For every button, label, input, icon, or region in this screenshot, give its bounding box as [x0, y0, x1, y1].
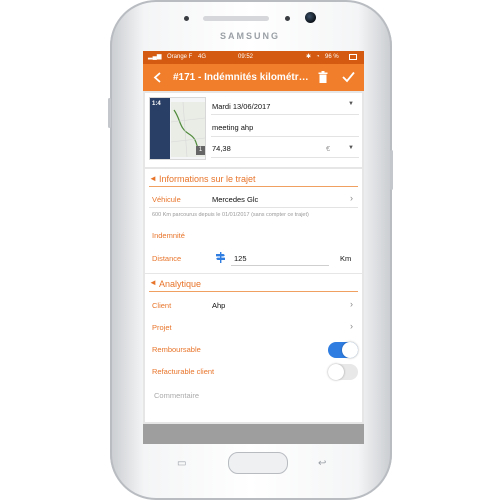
sensor-icon	[285, 16, 290, 21]
section-divider	[149, 186, 358, 187]
battery-icon	[349, 54, 357, 60]
back-key-icon[interactable]: ↩	[318, 458, 326, 469]
toggle-knob	[328, 364, 344, 380]
reimbursable-toggle[interactable]	[328, 342, 358, 358]
brand-logo: SAMSUNG	[219, 31, 280, 41]
carrier-name: Orange F	[167, 54, 193, 60]
wifi-icon: ◔	[316, 54, 320, 60]
billable-toggle[interactable]	[328, 364, 358, 380]
app-screen: ▂▄▆ Orange F 4G 09:52 ✱ ◔ 96 % #171 - In…	[143, 51, 364, 444]
vehicle-value[interactable]: Mercedes Glc	[212, 195, 258, 204]
clock: 09:52	[238, 54, 254, 60]
back-arrow-icon[interactable]	[153, 72, 163, 83]
indemnity-label: Indemnité	[152, 231, 185, 240]
recent-apps-icon[interactable]: ▭	[177, 458, 186, 469]
chevron-right-icon[interactable]: ›	[350, 299, 353, 309]
chevron-down-icon[interactable]: ▼	[348, 101, 354, 107]
distance-input[interactable]: 125	[234, 254, 247, 263]
page-title: #171 - Indémnités kilométr…	[173, 72, 309, 83]
analytics-card: ◄ Analytique Client Ahp › Projet › Rembo…	[145, 274, 362, 422]
reimbursable-label: Remboursable	[152, 345, 201, 354]
status-bar: ▂▄▆ Orange F 4G 09:52 ✱ ◔ 96 %	[143, 51, 364, 64]
divider	[149, 207, 358, 208]
analytics-section-title: Analytique	[159, 279, 202, 289]
comment-input[interactable]: Commentaire	[154, 391, 199, 400]
trash-icon[interactable]	[318, 71, 328, 83]
client-value[interactable]: Ahp	[212, 301, 225, 310]
amount-field[interactable]: 74,38	[212, 144, 231, 153]
distance-unit: Km	[340, 254, 352, 263]
sensor-icon	[184, 16, 189, 21]
client-label: Client	[152, 301, 172, 310]
divider	[211, 136, 359, 137]
billable-label: Refacturable client	[152, 367, 215, 376]
signpost-icon	[216, 252, 225, 263]
bottom-bar	[143, 424, 364, 444]
bluetooth-icon: ✱	[306, 54, 312, 60]
divider	[211, 157, 359, 158]
thumbnail-badge: 1:4	[152, 101, 161, 107]
divider	[211, 114, 359, 115]
power-button	[390, 150, 393, 190]
app-bar: #171 - Indémnités kilométr…	[143, 64, 364, 91]
vehicle-label: Véhicule	[152, 195, 181, 204]
section-tab-icon: ◄	[149, 278, 157, 287]
chevron-right-icon[interactable]: ›	[350, 321, 353, 331]
trip-section-title: Informations sur le trajet	[159, 174, 256, 184]
toggle-knob	[342, 342, 358, 358]
signal-icon: ▂▄▆	[148, 54, 162, 60]
section-divider	[149, 291, 358, 292]
front-camera-icon	[305, 12, 316, 23]
receipt-thumbnail[interactable]: 1:4 1	[149, 97, 206, 160]
thumbnail-sidebar	[150, 98, 170, 159]
project-label: Projet	[152, 323, 172, 332]
battery-percent: 96 %	[325, 54, 339, 60]
chevron-right-icon[interactable]: ›	[350, 193, 353, 203]
chevron-down-icon[interactable]: ▼	[348, 145, 354, 151]
earpiece-speaker	[203, 16, 269, 21]
network-type: 4G	[198, 54, 207, 60]
volume-button	[108, 98, 111, 128]
distance-label: Distance	[152, 254, 182, 263]
currency-selector[interactable]: €	[326, 144, 330, 153]
trip-info-card: Informations sur le trajet ◄ Véhicule Me…	[145, 169, 362, 273]
page-indicator: 1	[196, 146, 205, 155]
section-tab-icon: ◄	[149, 174, 157, 183]
description-field[interactable]: meeting ahp	[212, 123, 253, 132]
check-icon[interactable]	[342, 71, 355, 83]
home-button[interactable]	[228, 452, 288, 474]
expense-summary-card: 1:4 1 Mardi 13/06/2017 ▼ meeting ahp 74,…	[145, 93, 362, 167]
date-field[interactable]: Mardi 13/06/2017	[212, 102, 270, 111]
input-underline	[231, 265, 329, 266]
mileage-note: 600 Km parcourus depuis le 01/01/2017 (s…	[152, 212, 309, 218]
